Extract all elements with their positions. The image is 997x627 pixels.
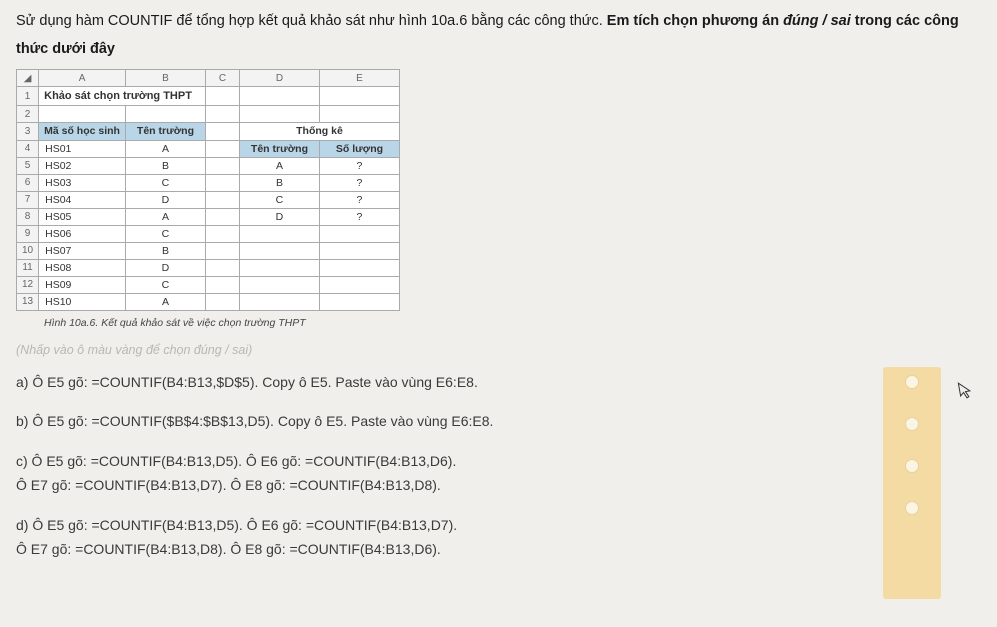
option-c-line1: c) Ô E5 gõ: =COUNTIF(B4:B13,D5). Ô E6 gõ… bbox=[16, 453, 456, 469]
cell-A4: HS01 bbox=[39, 140, 126, 157]
option-a: a) Ô E5 gõ: =COUNTIF(B4:B13,$D$5). Copy … bbox=[16, 371, 981, 395]
hdr-tentruong: Tên trường bbox=[125, 123, 205, 141]
question-bold-italic: đúng / sai bbox=[783, 13, 851, 29]
hdr-thongke: Thống kê bbox=[239, 123, 399, 141]
option-c-line2: Ô E7 gõ: =COUNTIF(B4:B13,D7). Ô E8 gõ: =… bbox=[16, 477, 441, 493]
row-1: 1 bbox=[17, 87, 39, 106]
row-3: 3 bbox=[17, 123, 39, 141]
col-E: E bbox=[319, 70, 399, 87]
corner-cell: ◢ bbox=[17, 70, 39, 87]
option-c: c) Ô E5 gõ: =COUNTIF(B4:B13,D5). Ô E6 gõ… bbox=[16, 450, 981, 498]
option-d-line2: Ô E7 gõ: =COUNTIF(B4:B13,D8). Ô E8 gõ: =… bbox=[16, 541, 441, 557]
stat-d5: A bbox=[239, 157, 319, 174]
cell-B4: A bbox=[125, 140, 205, 157]
option-d: d) Ô E5 gõ: =COUNTIF(B4:B13,D5). Ô E6 gõ… bbox=[16, 514, 981, 562]
hdr-maso: Mã số học sinh bbox=[39, 123, 126, 141]
question-bold: Em tích chọn phương án bbox=[607, 13, 783, 29]
row-4: 4 bbox=[17, 140, 39, 157]
stat-hdr-e: Số lượng bbox=[319, 140, 399, 157]
hint-text: (Nhấp vào ô màu vàng để chọn đúng / sai) bbox=[16, 343, 981, 357]
sheet-title: Khảo sát chọn trường THPT bbox=[39, 87, 206, 106]
figure-caption: Hình 10a.6. Kết quả khảo sát về việc chọ… bbox=[44, 317, 981, 329]
stat-hdr-d: Tên trường bbox=[239, 140, 319, 157]
row-2: 2 bbox=[17, 106, 39, 123]
question-text: Sử dụng hàm COUNTIF để tổng hợp kết quả … bbox=[16, 8, 981, 63]
answer-toggle-a[interactable] bbox=[905, 375, 919, 389]
col-C: C bbox=[205, 70, 239, 87]
option-d-line1: d) Ô E5 gõ: =COUNTIF(B4:B13,D5). Ô E6 gõ… bbox=[16, 517, 457, 533]
answer-toggle-b[interactable] bbox=[905, 417, 919, 431]
stat-e5: ? bbox=[319, 157, 399, 174]
col-D: D bbox=[239, 70, 319, 87]
answer-toggle-c[interactable] bbox=[905, 459, 919, 473]
option-b: b) Ô E5 gõ: =COUNTIF($B$4:$B$13,D5). Cop… bbox=[16, 410, 981, 434]
options-container: a) Ô E5 gõ: =COUNTIF(B4:B13,$D$5). Copy … bbox=[16, 371, 981, 562]
answer-strip bbox=[883, 367, 941, 599]
col-B: B bbox=[125, 70, 205, 87]
question-part1: Sử dụng hàm COUNTIF để tổng hợp kết quả … bbox=[16, 13, 607, 29]
col-A: A bbox=[39, 70, 126, 87]
answer-toggle-d[interactable] bbox=[905, 501, 919, 515]
spreadsheet-figure: ◢ A B C D E 1 Khảo sát chọn trường THPT … bbox=[16, 69, 400, 311]
